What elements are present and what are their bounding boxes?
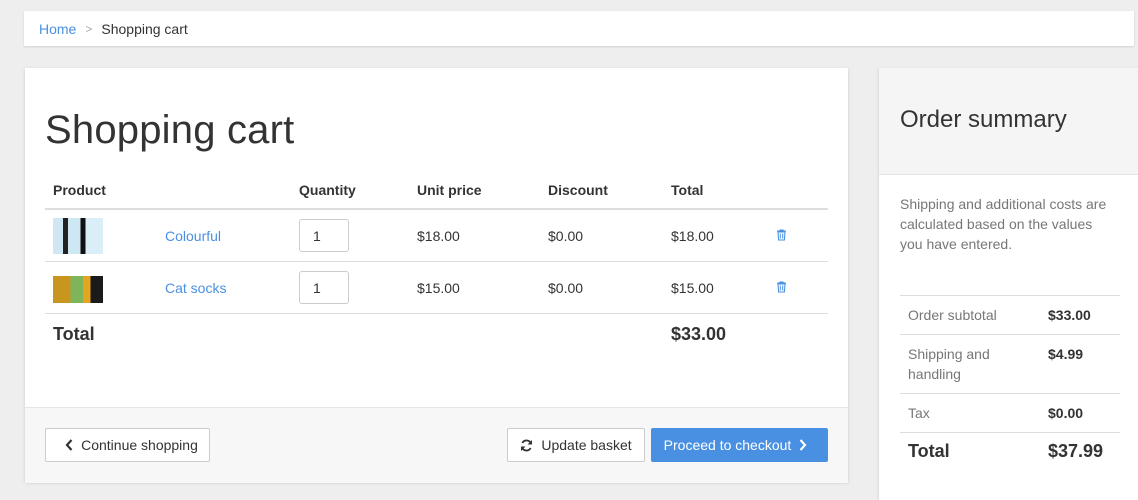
discount: $0.00 bbox=[540, 209, 663, 262]
order-summary-header: Order summary bbox=[879, 68, 1138, 175]
breadcrumb-home-link[interactable]: Home bbox=[39, 21, 76, 37]
summary-row: Order subtotal $33.00 bbox=[900, 295, 1120, 335]
cart-total-value: $33.00 bbox=[671, 323, 727, 344]
breadcrumb-separator: > bbox=[85, 21, 93, 36]
summary-label: Order subtotal bbox=[900, 295, 1040, 335]
breadcrumb-current: Shopping cart bbox=[101, 20, 188, 37]
header-quantity: Quantity bbox=[291, 172, 409, 210]
order-summary-table: Order subtotal $33.00 Shipping and handl… bbox=[900, 295, 1120, 470]
order-summary-title: Order summary bbox=[900, 106, 1067, 133]
product-name-link[interactable]: Colourful bbox=[165, 228, 221, 244]
chevron-right-icon bbox=[799, 439, 807, 451]
discount: $0.00 bbox=[540, 261, 663, 314]
order-summary-note: Shipping and additional costs are calcul… bbox=[900, 196, 1107, 252]
line-total: $15.00 bbox=[663, 261, 768, 314]
breadcrumb: Home > Shopping cart bbox=[24, 11, 1134, 46]
summary-label: Tax bbox=[900, 393, 1040, 433]
product-image-cell bbox=[45, 209, 157, 262]
summary-value: $4.99 bbox=[1040, 334, 1120, 394]
summary-value: $33.00 bbox=[1040, 295, 1120, 335]
line-total: $18.00 bbox=[663, 209, 768, 262]
quantity-input[interactable] bbox=[299, 219, 349, 252]
header-discount: Discount bbox=[540, 172, 663, 210]
product-name-link[interactable]: Cat socks bbox=[165, 280, 226, 296]
proceed-to-checkout-label: Proceed to checkout bbox=[663, 437, 792, 453]
continue-shopping-button[interactable]: Continue shopping bbox=[45, 428, 210, 462]
page-title: Shopping cart bbox=[45, 108, 295, 152]
summary-row: Tax $0.00 bbox=[900, 393, 1120, 433]
refresh-icon bbox=[520, 439, 533, 452]
update-basket-button[interactable]: Update basket bbox=[507, 428, 645, 462]
header-unit-price: Unit price bbox=[409, 172, 540, 210]
header-total: Total bbox=[663, 172, 768, 210]
cart-footer: Continue shopping Update basket Proceed … bbox=[25, 407, 848, 483]
summary-total-label: Total bbox=[900, 432, 1040, 470]
summary-total-value: $37.99 bbox=[1040, 432, 1120, 470]
table-row: Cat socks $15.00 $0.00 $15.00 bbox=[45, 261, 828, 314]
summary-value: $0.00 bbox=[1040, 393, 1120, 433]
order-summary-panel: Order summary Shipping and additional co… bbox=[879, 68, 1138, 500]
header-product: Product bbox=[45, 172, 291, 210]
summary-label: Shipping and handling bbox=[900, 334, 1040, 394]
continue-shopping-label: Continue shopping bbox=[81, 437, 198, 453]
cart-total-row: Total $33.00 bbox=[45, 314, 828, 355]
product-image-cell bbox=[45, 261, 157, 314]
update-basket-label: Update basket bbox=[541, 437, 632, 453]
chevron-left-icon bbox=[65, 439, 73, 451]
cart-table: Product Quantity Unit price Discount Tot… bbox=[45, 172, 828, 354]
proceed-to-checkout-button[interactable]: Proceed to checkout bbox=[651, 428, 828, 462]
unit-price: $18.00 bbox=[409, 209, 540, 262]
trash-icon[interactable] bbox=[776, 280, 787, 296]
trash-icon[interactable] bbox=[776, 228, 787, 244]
quantity-input[interactable] bbox=[299, 271, 349, 304]
cart-total-label: Total bbox=[53, 323, 95, 344]
product-thumbnail[interactable] bbox=[53, 276, 103, 303]
product-thumbnail[interactable] bbox=[53, 217, 103, 254]
table-row: Colourful $18.00 $0.00 $18.00 bbox=[45, 209, 828, 262]
summary-total-row: Total $37.99 bbox=[900, 432, 1120, 470]
cart-panel: Shopping cart Product Quantity Unit pric… bbox=[25, 68, 848, 483]
header-actions bbox=[768, 172, 828, 210]
unit-price: $15.00 bbox=[409, 261, 540, 314]
summary-row: Shipping and handling $4.99 bbox=[900, 334, 1120, 394]
table-header-row: Product Quantity Unit price Discount Tot… bbox=[45, 172, 828, 210]
